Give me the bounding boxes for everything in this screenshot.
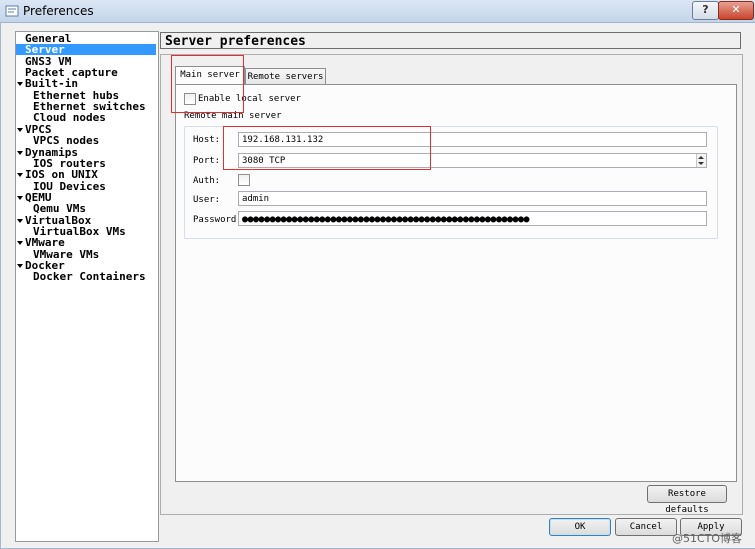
expand-arrow-icon[interactable] — [17, 127, 23, 132]
sidebar-item-gns3-vm[interactable]: GNS3 VM — [25, 56, 71, 67]
remote-main-server-title: Remote main server — [184, 111, 282, 121]
sidebar-item-vmware[interactable]: VMware — [25, 237, 65, 248]
sidebar-item-ios-routers[interactable]: IOS routers — [33, 158, 106, 169]
close-icon: ✕ — [731, 3, 741, 16]
sidebar-item-ethernet-switches[interactable]: Ethernet switches — [33, 101, 146, 112]
port-spinbox[interactable]: 3080 TCP — [238, 153, 707, 168]
password-label: Password: — [193, 215, 242, 225]
cancel-button[interactable]: Cancel — [615, 518, 677, 536]
expand-arrow-icon[interactable] — [17, 241, 23, 246]
close-button[interactable]: ✕ — [718, 1, 754, 20]
expand-arrow-icon[interactable] — [17, 82, 23, 87]
sidebar-item-general[interactable]: General — [25, 33, 71, 44]
expand-arrow-icon[interactable] — [17, 173, 23, 178]
sidebar-item-ethernet-hubs[interactable]: Ethernet hubs — [33, 90, 119, 101]
sidebar-item-qemu[interactable]: QEMU — [25, 192, 52, 203]
auth-checkbox[interactable] — [238, 174, 250, 186]
preferences-tree[interactable]: General Server GNS3 VM Packet capture Built-… — [15, 31, 159, 542]
enable-local-server-label: Enable local server — [198, 94, 301, 104]
tab-main-server[interactable]: Main server — [175, 66, 245, 86]
page-title: Server preferences — [160, 32, 741, 49]
sidebar-item-vmware-vms[interactable]: VMware VMs — [33, 249, 99, 260]
sidebar-item-packet-capture[interactable]: Packet capture — [25, 67, 118, 78]
sidebar-item-virtualbox-vms[interactable]: VirtualBox VMs — [33, 226, 126, 237]
sidebar-item-docker[interactable]: Docker — [25, 260, 65, 271]
sidebar-item-virtualbox[interactable]: VirtualBox — [25, 215, 91, 226]
port-stepper[interactable] — [696, 154, 706, 167]
sidebar-item-vpcs-nodes[interactable]: VPCS nodes — [33, 135, 99, 146]
sidebar-item-cloud-nodes[interactable]: Cloud nodes — [33, 112, 106, 123]
sidebar-item-ios-on-unix[interactable]: IOS on UNIX — [25, 169, 98, 180]
expand-arrow-icon[interactable] — [17, 218, 23, 223]
enable-local-server-checkbox[interactable] — [184, 93, 196, 105]
port-label: Port: — [193, 156, 221, 166]
arrow-up-icon[interactable] — [698, 156, 704, 159]
preferences-icon — [5, 5, 19, 17]
host-label: Host: — [193, 135, 221, 145]
port-value: 3080 TCP — [242, 156, 286, 166]
sidebar-item-iou-devices[interactable]: IOU Devices — [33, 181, 106, 192]
ok-button[interactable]: OK — [549, 518, 611, 536]
sidebar-item-dynamips[interactable]: Dynamips — [25, 147, 78, 158]
host-input[interactable]: 192.168.131.132 — [238, 132, 707, 147]
help-button[interactable]: ? — [692, 1, 719, 20]
sidebar-item-label: Docker Containers — [33, 270, 146, 284]
restore-defaults-button[interactable]: Restore defaults — [647, 485, 727, 515]
user-label: User: — [193, 195, 221, 205]
sidebar-item-vpcs[interactable]: VPCS — [25, 124, 52, 135]
sidebar-item-docker-containers[interactable]: Docker Containers — [33, 271, 146, 282]
expand-arrow-icon[interactable] — [17, 264, 23, 268]
sidebar-item-server[interactable]: Server — [16, 44, 156, 56]
sidebar-item-built-in[interactable]: Built-in — [25, 78, 78, 89]
title-bar: Preferences ? ✕ — [0, 0, 755, 23]
password-input[interactable]: ●●●●●●●●●●●●●●●●●●●●●●●●●●●●●●●●●●●●●●●●… — [238, 211, 707, 226]
watermark: @51CTO博客 — [672, 532, 743, 545]
sidebar-item-qemu-vms[interactable]: Qemu VMs — [33, 203, 86, 214]
auth-label: Auth: — [193, 176, 221, 186]
arrow-down-icon[interactable] — [698, 162, 704, 165]
expand-arrow-icon[interactable] — [17, 195, 23, 200]
window-title: Preferences — [23, 4, 94, 18]
user-input[interactable]: admin — [238, 191, 707, 206]
expand-arrow-icon[interactable] — [17, 150, 23, 155]
